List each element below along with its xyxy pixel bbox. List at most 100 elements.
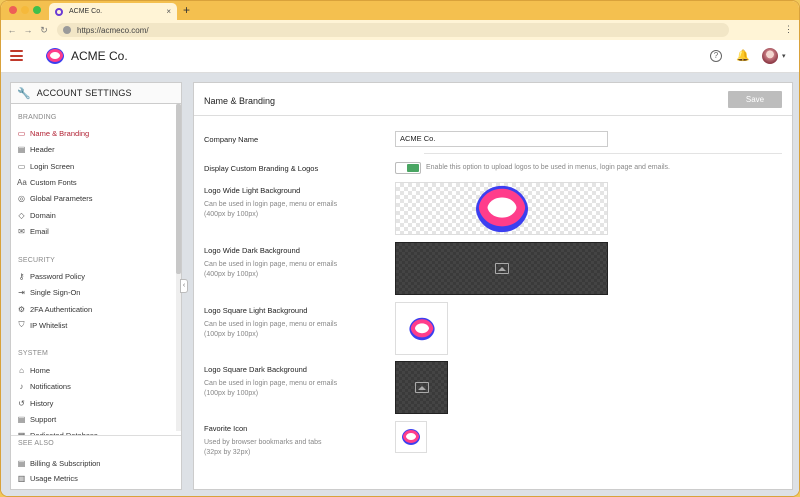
sidebar-item-notifications[interactable]: ♪ Notifications [17,381,71,392]
sidebar-item-label: History [30,398,54,408]
sidebar-item-billing-subscription[interactable]: ▤ Billing & Subscription [17,458,101,469]
receipt-icon: ▤ [17,459,26,468]
new-tab-button[interactable]: + [183,3,190,17]
laptop-icon: ▭ [17,161,26,171]
sidebar-item-label: Home [30,366,51,375]
sidebar-item-domain[interactable]: ◇ Domain [17,210,55,221]
sidebar-item-label: Email [30,226,49,236]
sidebar-item-label: Global Parameters [30,194,93,204]
logo-square-dark-title: Logo Square Dark Background [204,365,307,374]
sidebar-item-history[interactable]: ↺ History [17,398,53,409]
document-icon: ▤ [17,414,26,424]
sidebar-item-label: 2FA Authentication [30,304,93,314]
logo-square-light-size: (100px by 100px) [204,331,259,338]
chevron-down-icon[interactable]: ▾ [782,52,786,60]
history-icon: ↺ [18,398,25,408]
sidebar-item-label: Support [30,414,57,424]
close-window-button[interactable] [9,6,17,14]
sidebar-item-label: Custom Fonts [30,177,77,187]
company-name-input[interactable]: ACME Co. [395,131,608,147]
browser-tab[interactable]: ACME Co. × [49,3,177,20]
browser-window: ACME Co. × + ← → ↻ https://acmeco.com/ ⋮… [0,0,800,497]
tab-title: ACME Co. [69,8,103,15]
sidebar-header: 🔧 ACCOUNT SETTINGS [11,83,181,104]
address-bar[interactable]: https://acmeco.com/ [57,23,729,37]
logo-wide-light-dropzone[interactable] [395,182,608,235]
logo-wide-dark-title: Logo Wide Dark Background [204,246,300,255]
envelope-icon: ✉ [18,226,25,236]
section-see-also: SEE ALSO [18,440,54,447]
sidebar-item-usage-metrics[interactable]: ▥ Usage Metrics [17,473,78,484]
logo-wide-dark-size: (400px by 100px) [204,271,259,278]
header-icon: ▤ [17,145,26,155]
help-icon[interactable]: ? [710,50,722,62]
logo-square-dark-size: (100px by 100px) [204,390,259,397]
hamburger-menu-icon[interactable] [10,50,23,61]
settings-sidebar: 🔧 ACCOUNT SETTINGS BRANDING ▭ Name & Bran… [10,82,182,490]
sidebar-item-global-parameters[interactable]: ◎ Global Parameters [17,193,93,204]
scrollbar-thumb[interactable] [176,104,181,274]
app-header: ACME Co. ? 🔔 ▾ [1,40,799,73]
settings-panel: Name & Branding Save Company Name ACME C… [193,82,793,490]
sidebar-item-header[interactable]: ▤ Header [17,144,55,155]
sidebar-item-email[interactable]: ✉ Email [17,226,49,237]
back-button[interactable]: ← [7,25,17,35]
sidebar-item-label: IP Whitelist [30,320,68,330]
key-icon: ⚷ [18,272,25,281]
bell-icon: ♪ [19,382,24,392]
browser-menu-icon[interactable]: ⋮ [784,24,793,35]
maximize-window-button[interactable] [33,6,41,14]
acme-logo-icon [408,317,435,340]
logo-wide-dark-dropzone[interactable] [395,242,608,295]
sidebar-item-custom-fonts[interactable]: Aa Custom Fonts [17,177,77,188]
company-name-label: Company Name [204,135,259,144]
site-info-icon[interactable] [63,26,71,34]
logo-square-dark-dropzone[interactable] [395,361,448,414]
image-placeholder-icon [414,382,429,393]
shield-icon: ⛉ [18,320,25,330]
sidebar-item-label: Usage Metrics [30,473,78,483]
logo-square-light-dropzone[interactable] [395,302,448,355]
logo-wide-dark-desc: Can be used in login page, menu or email… [204,261,338,268]
sidebar-item-password-policy[interactable]: ⚷ Password Policy [17,271,85,282]
favicon-size: (32px by 32px) [204,449,251,456]
reload-button[interactable]: ↻ [39,25,49,36]
custom-branding-hint: Enable this option to upload logos to be… [426,164,671,171]
page-title: Name & Branding [204,96,276,106]
sidebar-item-name-branding[interactable]: ▭ Name & Branding [17,128,89,139]
custom-branding-toggle[interactable] [395,162,421,174]
sidebar-item-2fa-authentication[interactable]: ⚙ 2FA Authentication [17,304,92,315]
sidebar-item-label: Header [30,145,55,155]
logo-square-light-title: Logo Square Light Background [204,306,308,315]
notifications-bell-icon[interactable]: 🔔 [736,50,750,62]
section-security: SECURITY [18,257,55,264]
sidebar-item-label: Password Policy [30,272,86,281]
sidebar-item-label: Notifications [30,382,71,392]
tag-icon: ◇ [18,210,25,220]
sidebar-scrollbar[interactable] [176,104,181,431]
save-button[interactable]: Save [728,91,782,108]
user-avatar[interactable] [762,48,778,64]
id-card-icon: ▭ [17,129,26,138]
acme-logo-icon [402,429,420,445]
sidebar-item-login-screen[interactable]: ▭ Login Screen [17,161,74,172]
minimize-window-button[interactable] [21,6,29,14]
close-tab-icon[interactable]: × [166,7,171,16]
favicon-icon [55,7,63,16]
acme-logo-icon [475,185,528,232]
sidebar-item-home[interactable]: ⌂ Home [17,365,50,376]
sidebar-item-label: Single Sign-On [30,288,81,298]
logo-wide-light-size: (400px by 100px) [204,211,259,218]
forward-button[interactable]: → [23,25,33,35]
settings-cog-icon: ⚙ [17,304,26,314]
sidebar-item-single-sign-on[interactable]: ⇥ Single Sign-On [17,287,80,298]
browser-tab-bar: ACME Co. × + [1,1,799,20]
favicon-title: Favorite Icon [204,424,248,433]
collapse-sidebar-button[interactable]: ‹ [180,279,188,293]
sidebar-item-ip-whitelist[interactable]: ⛉ IP Whitelist [17,320,68,331]
acme-logo-icon [46,48,64,64]
window-controls [9,6,41,14]
favicon-dropzone[interactable] [395,421,427,453]
sidebar-title: ACCOUNT SETTINGS [36,88,132,98]
sidebar-item-support[interactable]: ▤ Support [17,414,57,425]
